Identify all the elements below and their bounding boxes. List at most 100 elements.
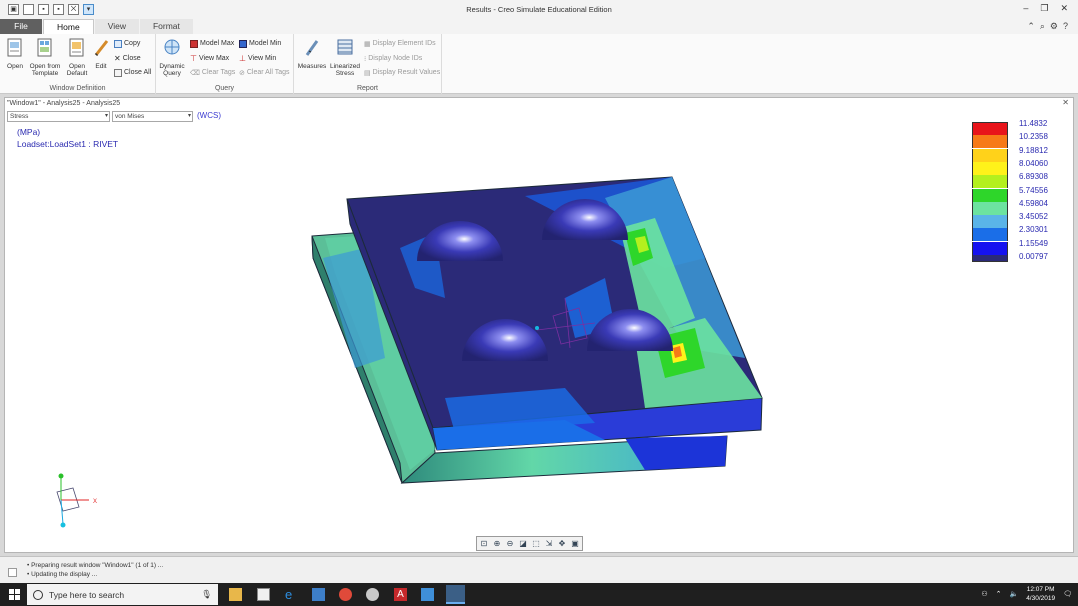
window-definition-group: Open Open from Template Open Default Edi… (0, 34, 156, 94)
clear-all-tags-icon: ⊘ (239, 69, 245, 77)
linearized-stress-button[interactable]: Linearized Stress (330, 37, 360, 77)
saved-views-icon[interactable]: ⇲ (544, 539, 554, 549)
view-max-label: View Max (198, 55, 230, 62)
volume-icon[interactable]: 🔈 (1009, 590, 1018, 598)
legend-value: 3.45052 (1019, 212, 1048, 222)
open-button[interactable]: Open (0, 37, 30, 70)
system-tray: ⚇ ⌃ 🔈 12:07 PM 4/30/2019 🗨 (981, 585, 1072, 603)
template-icon (37, 38, 52, 57)
clear-all-tags-button[interactable]: ⊘ Clear All Tags (239, 67, 290, 78)
tab-format[interactable]: Format (139, 19, 193, 34)
close-x-icon: ✕ (114, 54, 121, 63)
app-window-icon[interactable] (312, 588, 325, 601)
legend-value: 8.04060 (1019, 158, 1048, 168)
search-icon[interactable]: ⌕ (1040, 21, 1045, 32)
legend-band (972, 161, 1008, 175)
measures-label: Measures (297, 63, 327, 70)
minimize-button[interactable]: – (1023, 3, 1028, 14)
close-all-label: Close All (124, 69, 152, 76)
copy-button[interactable]: Copy (114, 38, 140, 49)
legend-band (972, 122, 1008, 135)
tab-home[interactable]: Home (43, 19, 94, 34)
file-explorer-icon[interactable] (229, 588, 242, 601)
model-min-label: Model Min (249, 40, 282, 47)
edge-icon[interactable]: e (285, 588, 298, 601)
maximize-button[interactable]: ❐ (1040, 3, 1048, 14)
close-button[interactable]: ✕ (1060, 3, 1068, 14)
zoom-fit-icon[interactable]: ⊡ (479, 539, 489, 549)
legend-value: 5.74556 (1019, 185, 1048, 195)
view-orientation-triad: X (56, 473, 97, 528)
legend-band (972, 255, 1008, 262)
query-label: Query (214, 85, 235, 92)
view-min-button[interactable]: ⊥ View Min (239, 53, 276, 64)
people-icon[interactable]: ⚇ (981, 590, 987, 598)
node-ids-icon: ⁝ (364, 55, 367, 63)
legend-band (972, 148, 1008, 162)
creo-icon[interactable] (421, 588, 434, 601)
tab-file[interactable]: File (0, 19, 42, 34)
legend-band (972, 228, 1008, 242)
microphone-icon[interactable]: 🎙 (201, 589, 212, 600)
close-all-icon (114, 68, 122, 77)
tab-view[interactable]: View (94, 19, 139, 34)
open-from-template-button[interactable]: Open from Template (28, 37, 62, 77)
display-node-ids-button[interactable]: ⁝ Display Node IDs (364, 53, 422, 64)
report-label: Report (356, 85, 378, 92)
display-result-values-label: Display Result Values (372, 69, 441, 76)
view-min-icon: ⊥ (239, 54, 246, 63)
edit-label: Edit (95, 63, 107, 70)
legend-value: 10.2358 (1019, 132, 1048, 142)
store-icon[interactable] (257, 588, 270, 601)
dynamic-query-icon (164, 39, 180, 55)
chrome-icon[interactable] (339, 588, 352, 601)
clock[interactable]: 12:07 PM 4/30/2019 (1026, 585, 1055, 603)
legend-band (972, 188, 1008, 202)
result-values-icon: ▤ (364, 69, 371, 77)
clock-date: 4/30/2019 (1026, 595, 1056, 602)
creo-simulate-active-icon[interactable] (446, 585, 465, 604)
windows-start-icon[interactable] (9, 589, 20, 600)
spin-center-icon[interactable]: ✥ (557, 539, 567, 549)
dynamic-query-button[interactable]: Dynamic Query (157, 37, 187, 77)
display-style-icon[interactable]: ▣ (570, 539, 580, 549)
fea-model-view[interactable]: X (5, 98, 1073, 552)
legend-band (972, 215, 1008, 229)
zoom-in-icon[interactable]: ⊕ (492, 539, 502, 549)
help-icon[interactable]: ? (1063, 21, 1068, 32)
legend-band (972, 241, 1008, 255)
display-result-values-button[interactable]: ▤ Display Result Values (364, 67, 440, 78)
open-from-template-label: Open from Template (29, 63, 61, 77)
edit-button[interactable]: Edit (86, 37, 116, 70)
dynamic-query-label: Dynamic Query (159, 63, 185, 77)
model-min-button[interactable]: Model Min (239, 38, 281, 49)
triad-x-label: X (93, 499, 97, 505)
zoom-window-icon[interactable]: ⬚ (531, 539, 541, 549)
message-log-checkbox[interactable] (8, 568, 17, 577)
taskbar-search-input[interactable]: Type here to search 🎙 (27, 584, 218, 605)
legend-band (972, 175, 1008, 189)
repaint-icon[interactable]: ◪ (518, 539, 528, 549)
close-all-button[interactable]: Close All (114, 67, 151, 78)
settings-icon[interactable]: ⚙ (1050, 21, 1058, 32)
clear-tags-button[interactable]: ⌫ Clear Tags (190, 67, 235, 78)
collapse-ribbon-icon[interactable]: ⌃ (1027, 21, 1035, 32)
cortana-circle-icon (33, 589, 43, 600)
display-element-ids-button[interactable]: ▦ Display Element IDs (364, 38, 436, 49)
notification-icon[interactable]: 🗨 (1063, 590, 1072, 598)
view-max-button[interactable]: ⊤ View Max (190, 53, 229, 64)
view-max-icon: ⊤ (190, 54, 197, 63)
legend-band (972, 201, 1008, 215)
app-icon[interactable] (366, 588, 379, 601)
autocad-icon[interactable]: A (394, 588, 407, 601)
measures-icon (305, 40, 319, 56)
close-result-button[interactable]: ✕ Close (114, 53, 141, 64)
model-min-icon (239, 39, 247, 48)
chevron-up-icon[interactable]: ⌃ (996, 590, 1002, 598)
model-max-button[interactable]: Model Max (190, 38, 234, 49)
clock-time: 12:07 PM (1026, 586, 1055, 593)
measures-button[interactable]: Measures (297, 37, 327, 70)
status-messages: • Preparing result window "Window1" (1 o… (27, 561, 163, 579)
display-element-ids-label: Display Element IDs (372, 40, 436, 47)
zoom-out-icon[interactable]: ⊖ (505, 539, 515, 549)
